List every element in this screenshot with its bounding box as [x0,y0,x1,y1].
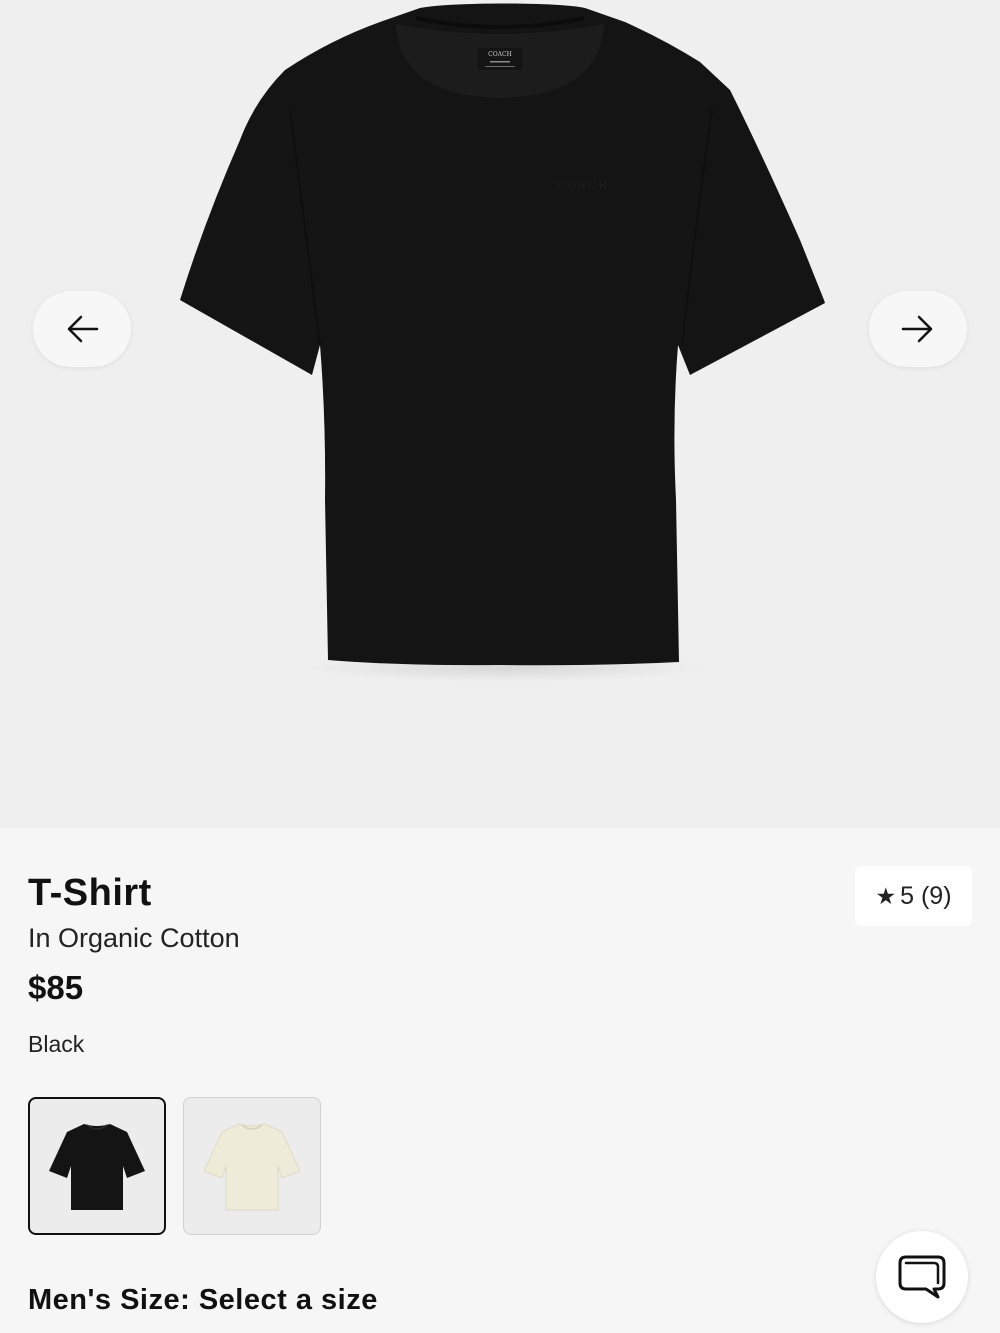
rating-badge[interactable]: ★ 5 (9) [855,866,972,926]
color-swatch-chalk[interactable] [183,1097,321,1235]
shirt-logo-text: COACH [556,179,609,192]
product-title: T-Shirt [28,872,152,914]
selected-color-name: Black [28,1031,85,1057]
swatch-shirt-image [49,1124,145,1210]
star-icon: ★ [875,882,897,909]
chat-button[interactable] [876,1231,968,1323]
next-image-button[interactable] [869,291,967,367]
arrow-left-icon [67,315,99,343]
previous-image-button[interactable] [33,291,131,367]
shirt-label-text: COACH [488,51,512,58]
rating-text: 5 (9) [900,881,952,910]
size-selector-label: Men's Size: Select a size [28,1284,378,1316]
product-info: T-Shirt In Organic Cotton $85 Black ★ 5 … [0,828,1000,1333]
color-swatch-black[interactable] [28,1097,166,1235]
product-subtitle: In Organic Cotton [28,923,240,953]
product-price: $85 [28,969,84,1006]
chat-bubbles-icon [898,1255,946,1299]
arrow-right-icon [901,315,933,343]
product-image: COACH COACH [180,3,825,682]
product-gallery: COACH COACH [0,0,1000,828]
swatch-shirt-image [203,1123,301,1211]
